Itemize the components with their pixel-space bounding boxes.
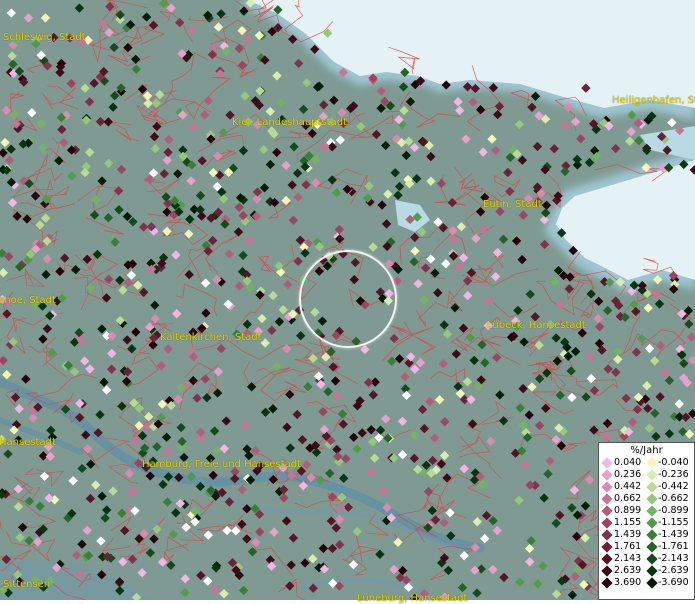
- city-label-heiligenhafen: Heiligenhafen, Stadt: [612, 95, 695, 106]
- city-label-schleswig: Schleswig, Stadt: [3, 32, 86, 43]
- city-label-itzehoe: Itzehoe, Stadt: [0, 295, 56, 306]
- legend-value-negative: -1.155: [658, 517, 689, 528]
- legend-row: 2.639 -2.639: [599, 565, 694, 577]
- legend-value-negative: -0.236: [658, 469, 689, 480]
- legend: %/Jahr 0.040 -0.040 0.236 -0.236 0.442 -0.442…: [598, 442, 695, 600]
- legend-swatch-negative: [646, 517, 658, 529]
- legend-title: %/Jahr: [630, 445, 663, 456]
- legend-row: 1.439 -1.439: [599, 529, 694, 541]
- legend-row: 1.761 -1.761: [599, 541, 694, 553]
- legend-value-negative: -0.899: [658, 505, 689, 516]
- legend-rows: 0.040 -0.040 0.236 -0.236 0.442 -0.442 0.662 -0…: [599, 457, 694, 589]
- legend-swatch-negative: [646, 457, 658, 469]
- legend-swatch-positive: [601, 517, 613, 529]
- focus-circle[interactable]: [299, 250, 397, 348]
- legend-value-negative: -1.439: [658, 529, 689, 540]
- legend-value-positive: 0.899: [614, 505, 642, 516]
- legend-swatch-positive: [601, 481, 613, 493]
- legend-swatch-negative: [646, 565, 658, 577]
- legend-swatch-negative: [646, 469, 658, 481]
- legend-row: 0.236 -0.236: [599, 469, 694, 481]
- legend-value-positive: 2.639: [614, 565, 642, 576]
- legend-row: 0.899 -0.899: [599, 505, 694, 517]
- legend-value-positive: 1.761: [614, 541, 642, 552]
- legend-swatch-positive: [601, 565, 613, 577]
- legend-value-positive: 1.439: [614, 529, 642, 540]
- legend-swatch-negative: [646, 541, 658, 553]
- legend-value-positive: 0.442: [614, 481, 642, 492]
- legend-swatch-positive: [601, 553, 613, 565]
- city-label-luebeck: Lübeck, Hansestadt: [487, 320, 586, 331]
- legend-row: 0.442 -0.442: [599, 481, 694, 493]
- legend-swatch-negative: [646, 481, 658, 493]
- legend-value-negative: -0.442: [658, 481, 689, 492]
- city-label-hansestadt-west: Hansestadt: [0, 437, 56, 448]
- legend-swatch-positive: [601, 457, 613, 469]
- legend-value-positive: 3.690: [614, 577, 642, 588]
- legend-value-positive: 1.155: [614, 517, 642, 528]
- legend-value-negative: -0.040: [658, 457, 689, 468]
- city-label-kaltenkirchen: Kaltenkirchen, Stadt: [160, 332, 262, 343]
- legend-value-negative: -2.143: [658, 553, 689, 564]
- legend-swatch-negative: [646, 529, 658, 541]
- legend-row: 3.690 -3.690: [599, 577, 694, 589]
- legend-value-positive: 0.236: [614, 469, 642, 480]
- legend-swatch-negative: [646, 505, 658, 517]
- legend-row: 0.040 -0.040: [599, 457, 694, 469]
- legend-value-positive: 0.662: [614, 493, 642, 504]
- legend-value-negative: -3.690: [658, 577, 689, 588]
- legend-row: 1.155 -1.155: [599, 517, 694, 529]
- legend-swatch-positive: [601, 505, 613, 517]
- city-label-hamburg: Hamburg, Freie und Hansestadt: [142, 459, 301, 470]
- legend-row: 0.662 -0.662: [599, 493, 694, 505]
- legend-value-negative: -1.761: [658, 541, 689, 552]
- legend-swatch-negative: [646, 553, 658, 565]
- city-label-eutin: Eutin, Stadt: [483, 199, 542, 210]
- legend-swatch-positive: [601, 469, 613, 481]
- legend-swatch-positive: [601, 493, 613, 505]
- legend-swatch-negative: [646, 577, 658, 589]
- city-label-sittensen: Sittensen: [3, 579, 51, 590]
- legend-swatch-positive: [601, 529, 613, 541]
- legend-swatch-positive: [601, 541, 613, 553]
- legend-row: 2.143 -2.143: [599, 553, 694, 565]
- legend-value-negative: -0.662: [658, 493, 689, 504]
- legend-swatch-negative: [646, 493, 658, 505]
- city-label-kiel: Kiel, Landeshauptstadt: [232, 117, 347, 128]
- legend-swatch-positive: [601, 577, 613, 589]
- legend-value-negative: -2.639: [658, 565, 689, 576]
- city-label-lueneburg: Lüneburg, Hansestadt: [357, 593, 468, 604]
- legend-value-positive: 0.040: [614, 457, 642, 468]
- legend-value-positive: 2.143: [614, 553, 642, 564]
